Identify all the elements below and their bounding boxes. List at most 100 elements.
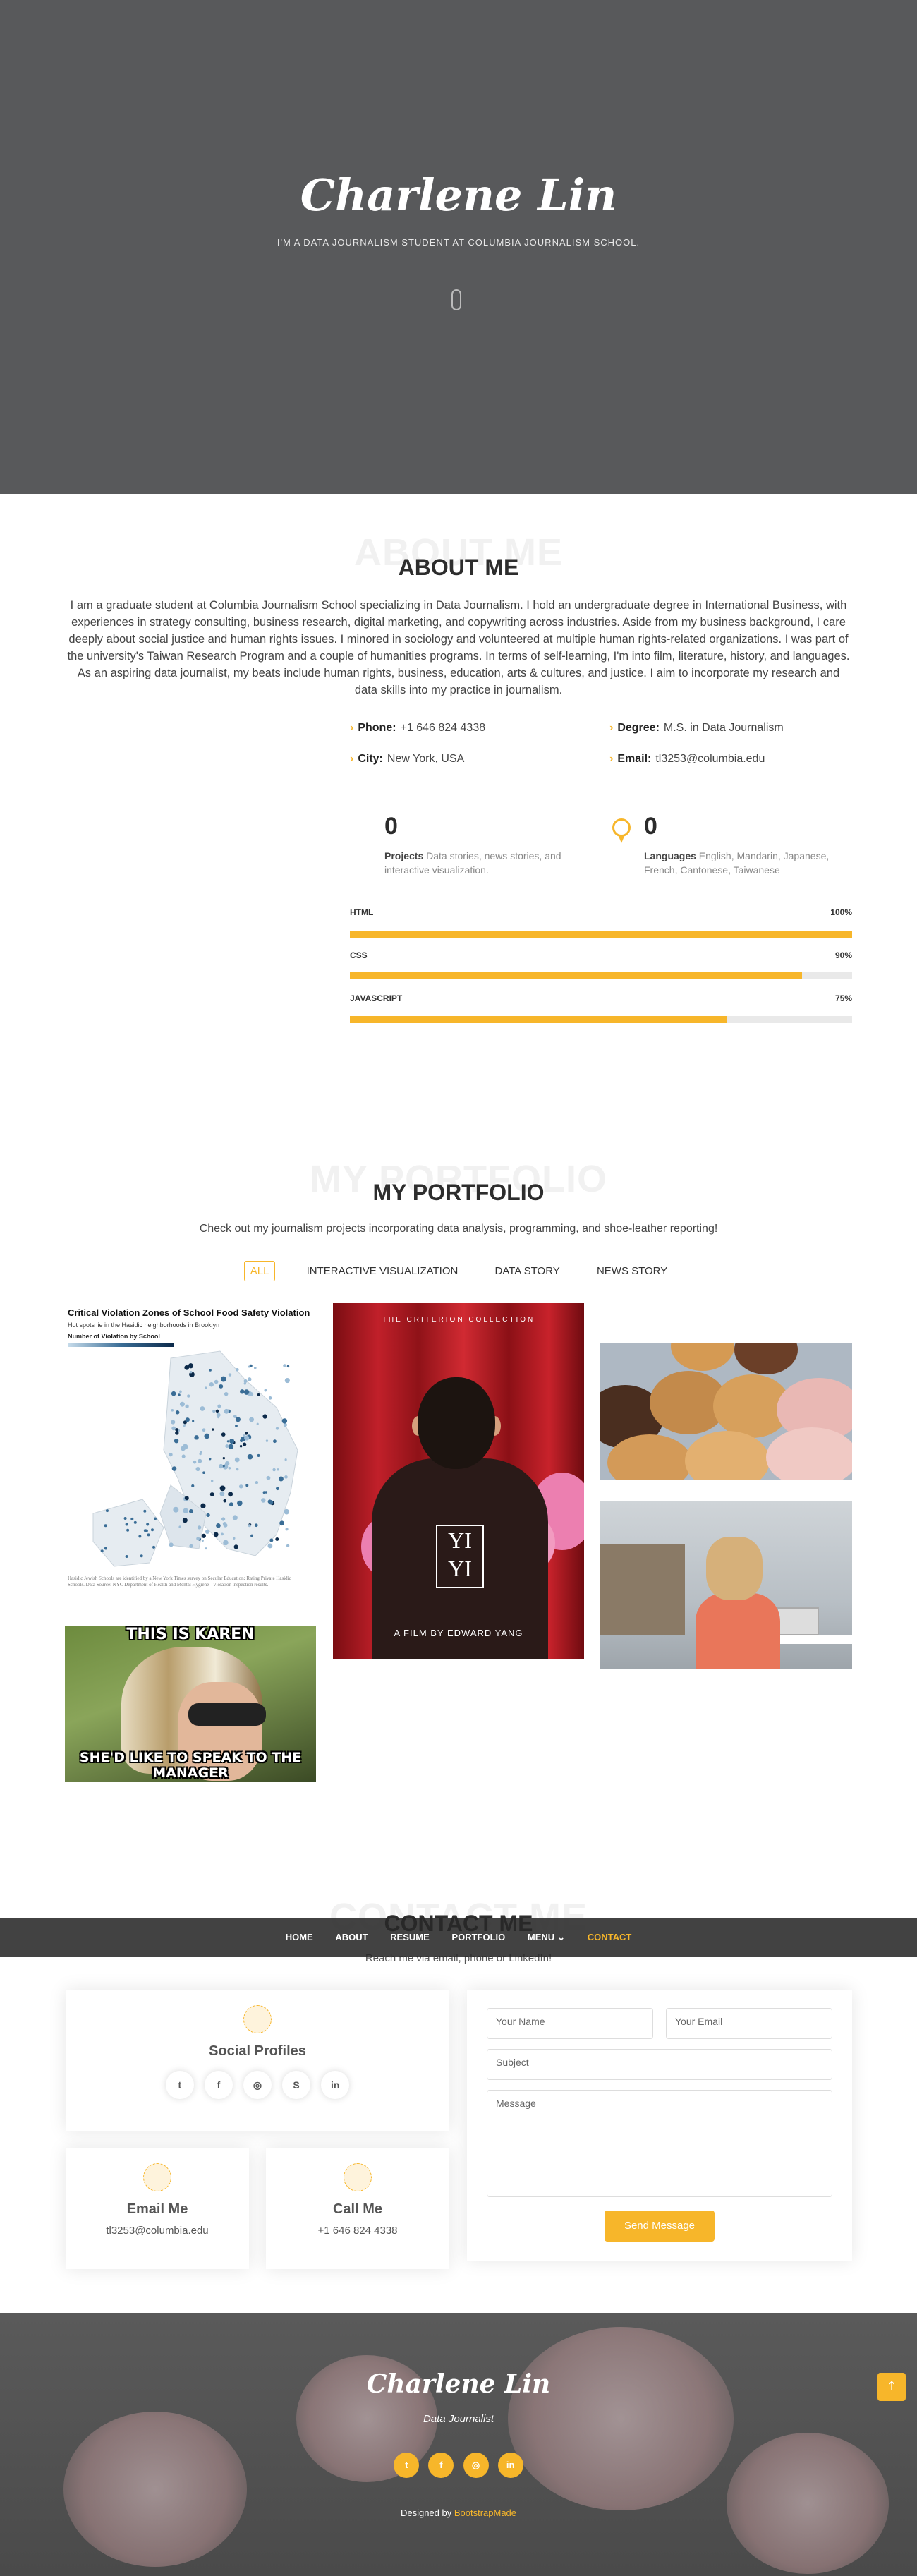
photo-person-head [706,1537,763,1600]
map-point [254,1523,258,1528]
map-point [237,1500,243,1506]
map-point [214,1379,219,1384]
map-point [201,1540,204,1542]
map-point [278,1476,284,1482]
linkedin-icon[interactable]: in [321,2071,349,2099]
map-point [249,1364,253,1367]
map-point [219,1463,224,1469]
map-point [217,1404,221,1408]
map-point [286,1365,290,1368]
scroll-down-icon[interactable] [451,289,461,310]
filter-all[interactable]: ALL [243,1261,276,1281]
facebook-icon[interactable]: f [205,2071,233,2099]
portfolio-item-stressed-woman[interactable] [600,1501,852,1669]
map-point [220,1376,226,1382]
meme-top-text: THIS IS KAREN [126,1626,255,1643]
nav-resume[interactable]: RESUME [390,1918,430,1957]
map-point [189,1544,193,1548]
skype-icon[interactable]: S [282,2071,310,2099]
sticky-navbar: HOME ABOUT RESUME PORTFOLIO MENU ⌄ CONTAC… [0,1918,917,1957]
languages-count: 0 [644,813,657,840]
map-point [191,1484,195,1488]
skill-css-label: CSS [350,950,368,960]
instagram-icon[interactable]: ◎ [463,2453,489,2478]
twitter-icon[interactable]: t [166,2071,194,2099]
map-point [174,1438,179,1444]
map-point [244,1432,248,1435]
nav-contact[interactable]: CONTACT [588,1918,632,1957]
map-point [221,1532,224,1536]
send-message-button[interactable]: Send Message [605,2211,715,2242]
name-input[interactable]: Your Name [487,2008,653,2039]
map-point [235,1367,239,1372]
map-point [126,1528,130,1532]
portfolio-title: MY PORTFOLIO [372,1180,545,1205]
chevron-right-icon: › [350,722,354,734]
nav-menu[interactable]: MENU ⌄ [528,1918,565,1957]
map-point [285,1528,289,1531]
map-point [171,1391,176,1396]
portfolio-item-cookies[interactable] [600,1343,852,1480]
nav-home[interactable]: HOME [286,1918,313,1957]
map-point [235,1425,238,1427]
portfolio-item-food-safety-map[interactable]: Critical Violation Zones of School Food … [65,1302,316,1598]
nyc-map-graphic [92,1350,298,1567]
map-point [265,1491,268,1494]
message-textarea[interactable]: Message [487,2090,832,2197]
map-point [146,1523,150,1526]
portfolio-item-karen-meme[interactable]: THIS IS KAREN SHE'D LIKE TO SPEAK TO THE… [65,1626,316,1782]
email-title: Email Me [126,2201,188,2217]
map-point [197,1525,202,1530]
map-point [194,1435,199,1440]
chevron-right-icon: › [609,722,614,734]
map-point [233,1415,237,1418]
nav-about[interactable]: ABOUT [335,1918,368,1957]
linkedin-icon[interactable]: in [497,2453,523,2478]
skill-html-label: HTML [350,907,374,917]
map-point [238,1484,243,1489]
filter-interactive-visualization[interactable]: INTERACTIVE VISUALIZATION [301,1262,464,1281]
map-point [185,1404,189,1408]
subject-input[interactable]: Subject [487,2049,832,2080]
map-point [222,1456,226,1460]
map-point [228,1444,234,1450]
facebook-icon[interactable]: f [428,2453,454,2478]
map-point [239,1444,243,1448]
instagram-icon[interactable]: ◎ [243,2071,272,2099]
filter-news-story[interactable]: NEWS STORY [591,1262,673,1281]
portfolio-filters: ALL INTERACTIVE VISUALIZATION DATA STORY… [0,1261,917,1281]
map-point [140,1554,143,1558]
map-point [182,1518,188,1523]
map-point [171,1408,174,1412]
footer-credit: Designed by BootstrapMade [400,2508,517,2518]
filter-data-story[interactable]: DATA STORY [490,1262,566,1281]
map-point [198,1458,202,1463]
email-input[interactable]: Your Email [666,2008,832,2039]
arrow-up-icon: ↑ [886,2379,897,2394]
map-point [185,1417,190,1422]
map-point [283,1422,287,1427]
map-point [224,1392,229,1396]
portfolio-item-yi-yi-poster[interactable]: THE CRITERION COLLECTION YI YI A FILM BY … [333,1303,584,1659]
info-degree: › Degree: M.S. in Data Journalism [609,722,784,734]
twitter-icon[interactable]: t [394,2453,420,2478]
back-to-top-button[interactable]: ↑ [877,2373,906,2401]
projects-description: Projects Data stories, news stories, and… [384,850,561,876]
map-point [229,1502,233,1507]
map-point [206,1513,210,1518]
phone-value[interactable]: +1 646 824 4338 [266,2225,449,2237]
email-value[interactable]: tl3253@columbia.edu [66,2225,249,2237]
nav-portfolio[interactable]: PORTFOLIO [451,1918,505,1957]
social-profiles-card: Social Profiles t f ◎ S in [66,1990,449,2131]
map-point [212,1428,214,1431]
poster-collection: THE CRITERION COLLECTION [382,1316,535,1324]
call-card: Call Me +1 646 824 4338 [266,2148,449,2269]
map-point [193,1460,197,1464]
map-point [171,1466,177,1471]
bootstrapmade-link[interactable]: BootstrapMade [454,2508,516,2518]
map-point [210,1480,214,1482]
map-point [250,1534,254,1537]
map-point [228,1467,231,1470]
map-point [223,1540,229,1546]
map-point [273,1439,277,1444]
